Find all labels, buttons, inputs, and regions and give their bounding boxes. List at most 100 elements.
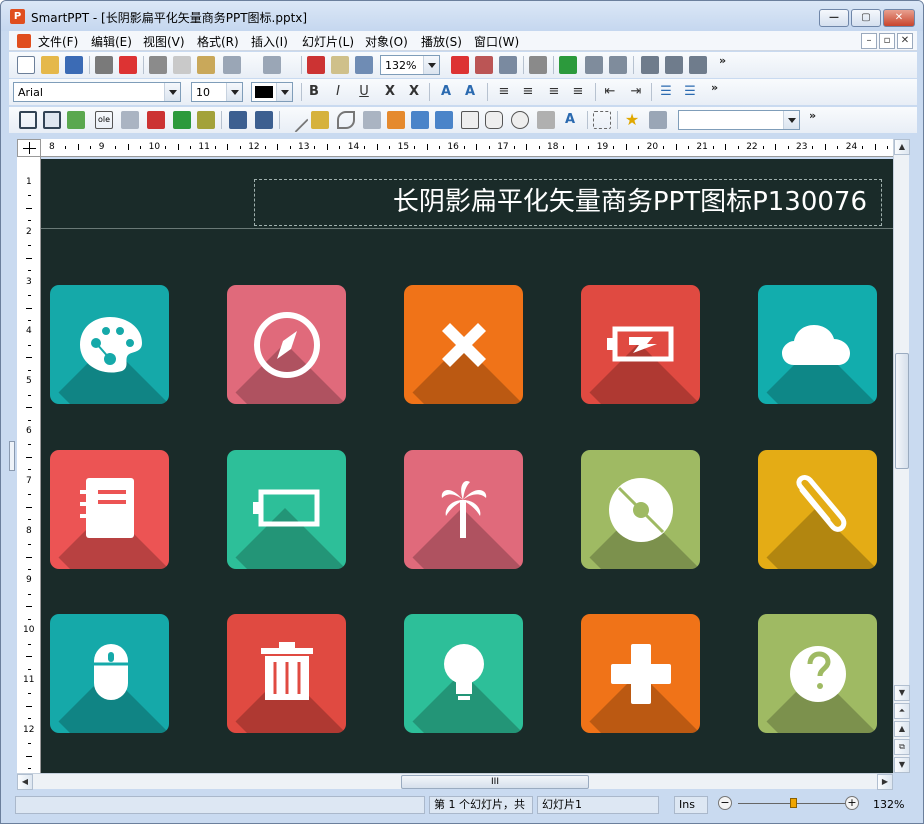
plus-icon[interactable] (581, 614, 700, 733)
open-folder-icon[interactable] (41, 56, 59, 74)
rounded-rect-tool-icon[interactable] (485, 111, 503, 129)
chevron-down-icon[interactable] (783, 111, 799, 129)
toolbar-overflow-icon[interactable]: » (809, 109, 816, 122)
elbow-connector-icon[interactable] (411, 111, 429, 129)
slide-list-icon[interactable]: ⧉ (894, 739, 910, 755)
horizontal-scroll-thumb[interactable]: III (401, 775, 589, 789)
underline-icon[interactable]: U (355, 82, 373, 102)
line-tool-icon[interactable] (283, 107, 309, 133)
numbered-list-icon[interactable]: ☰ (681, 82, 699, 102)
zoom-in-button[interactable]: + (845, 796, 859, 810)
search-icon[interactable] (355, 56, 373, 74)
spellcheck-icon[interactable] (585, 56, 603, 74)
zoom-select[interactable]: 132% (380, 55, 440, 75)
scroll-left-icon[interactable]: ◀ (17, 774, 33, 790)
connector-tool-icon[interactable] (387, 111, 405, 129)
layers-icon[interactable] (689, 56, 707, 74)
cut-icon[interactable] (149, 56, 167, 74)
curve-tool-icon[interactable] (337, 111, 355, 129)
align-center-icon[interactable]: ≡ (519, 82, 537, 102)
mouse-icon[interactable] (50, 614, 169, 733)
bullet-list-icon[interactable]: ☰ (657, 82, 675, 102)
ungroup-icon[interactable] (255, 111, 273, 129)
picture-icon[interactable] (67, 111, 85, 129)
side-panel-splitter[interactable] (9, 441, 15, 471)
chevron-down-icon[interactable] (276, 83, 292, 101)
text-frame-icon[interactable] (147, 111, 165, 129)
chart-icon[interactable] (609, 56, 627, 74)
compass-icon[interactable] (227, 285, 346, 404)
doc-restore-button[interactable]: ▫ (879, 33, 895, 49)
menu-insert[interactable]: 插入(I) (251, 33, 288, 50)
close-button[interactable]: ✕ (883, 9, 915, 27)
shapes-gallery-icon[interactable] (537, 111, 555, 129)
redo-icon[interactable] (263, 56, 281, 74)
equation-icon[interactable] (121, 111, 139, 129)
slide-title[interactable]: 长阴影扁平化矢量商务PPT图标P130076 (254, 179, 882, 226)
disc-icon[interactable] (581, 450, 700, 569)
export-pdf-icon[interactable] (119, 56, 137, 74)
menu-format[interactable]: 格式(R) (197, 33, 239, 50)
select-frame-icon[interactable] (19, 111, 37, 129)
close-x-icon[interactable] (404, 285, 523, 404)
page-frame-icon[interactable] (197, 111, 215, 129)
palette-icon[interactable] (50, 285, 169, 404)
scroll-right-icon[interactable]: ▶ (877, 774, 893, 790)
indent-decrease-icon[interactable]: ⇤ (601, 82, 619, 102)
maximize-button[interactable]: ▢ (851, 9, 881, 27)
align-right-icon[interactable]: ≡ (545, 82, 563, 102)
doc-close-button[interactable]: ✕ (897, 33, 913, 49)
curved-connector-icon[interactable] (435, 111, 453, 129)
undo-icon[interactable] (223, 56, 241, 74)
zoom-out-button[interactable]: − (718, 796, 732, 810)
font-name-select[interactable]: Arial (13, 82, 181, 102)
indent-increase-icon[interactable]: ⇥ (627, 82, 645, 102)
ellipse-tool-icon[interactable] (511, 111, 529, 129)
zoom-tool-icon[interactable] (331, 56, 349, 74)
italic-icon[interactable]: I (329, 82, 347, 102)
battery-charging-icon[interactable] (581, 285, 700, 404)
toolbar-overflow-icon[interactable]: » (719, 54, 726, 67)
table-icon[interactable] (43, 111, 61, 129)
prev-slide-icon[interactable]: ▲ (894, 721, 910, 737)
text-box-icon[interactable] (451, 56, 469, 74)
print-icon[interactable] (95, 56, 113, 74)
chevron-down-icon[interactable] (226, 83, 242, 101)
horizontal-scrollbar[interactable]: ◀ III ▶ (17, 773, 893, 790)
ruler-corner[interactable] (17, 139, 41, 157)
paperclip-icon[interactable] (758, 450, 877, 569)
group-icon[interactable] (229, 111, 247, 129)
battery-icon[interactable] (227, 450, 346, 569)
save-icon[interactable] (65, 56, 83, 74)
align-left-icon[interactable]: ≡ (495, 82, 513, 102)
shrink-font-icon[interactable]: A (461, 82, 479, 102)
minimize-button[interactable]: — (819, 9, 849, 27)
wordart-icon[interactable]: A (561, 110, 579, 130)
crop-icon[interactable] (593, 111, 611, 129)
paragraph-mark-icon[interactable] (559, 56, 577, 74)
chevron-down-icon[interactable] (164, 83, 180, 101)
menu-play[interactable]: 播放(S) (421, 33, 462, 50)
vertical-scrollbar[interactable]: ▲ ▼ ⏶ ▲ ⧉ ▼ (893, 139, 910, 773)
chevron-down-icon[interactable] (423, 56, 439, 74)
pen-tool-icon[interactable] (311, 111, 329, 129)
notebook-icon[interactable] (50, 450, 169, 569)
grow-font-icon[interactable]: A (437, 82, 455, 102)
menu-view[interactable]: 视图(V) (143, 33, 185, 50)
rectangle-tool-icon[interactable] (461, 111, 479, 129)
bold-icon[interactable]: B (305, 82, 323, 102)
copy-icon[interactable] (173, 56, 191, 74)
cloud-icon[interactable] (758, 285, 877, 404)
slide-canvas[interactable]: 长阴影扁平化矢量商务PPT图标P130076 (41, 159, 893, 773)
menu-slide[interactable]: 幻灯片(L) (302, 33, 354, 50)
animation-icon[interactable] (649, 111, 667, 129)
lightbulb-icon[interactable] (404, 614, 523, 733)
placeholder-frame-icon[interactable] (173, 111, 191, 129)
menu-file[interactable]: 文件(F) (38, 33, 78, 50)
zoom-slider-thumb[interactable] (790, 798, 797, 808)
menu-object[interactable]: 对象(O) (365, 33, 408, 50)
slide-number-icon[interactable] (307, 56, 325, 74)
new-file-icon[interactable] (17, 56, 35, 74)
image-icon[interactable] (475, 56, 493, 74)
menu-edit[interactable]: 编辑(E) (91, 33, 132, 50)
